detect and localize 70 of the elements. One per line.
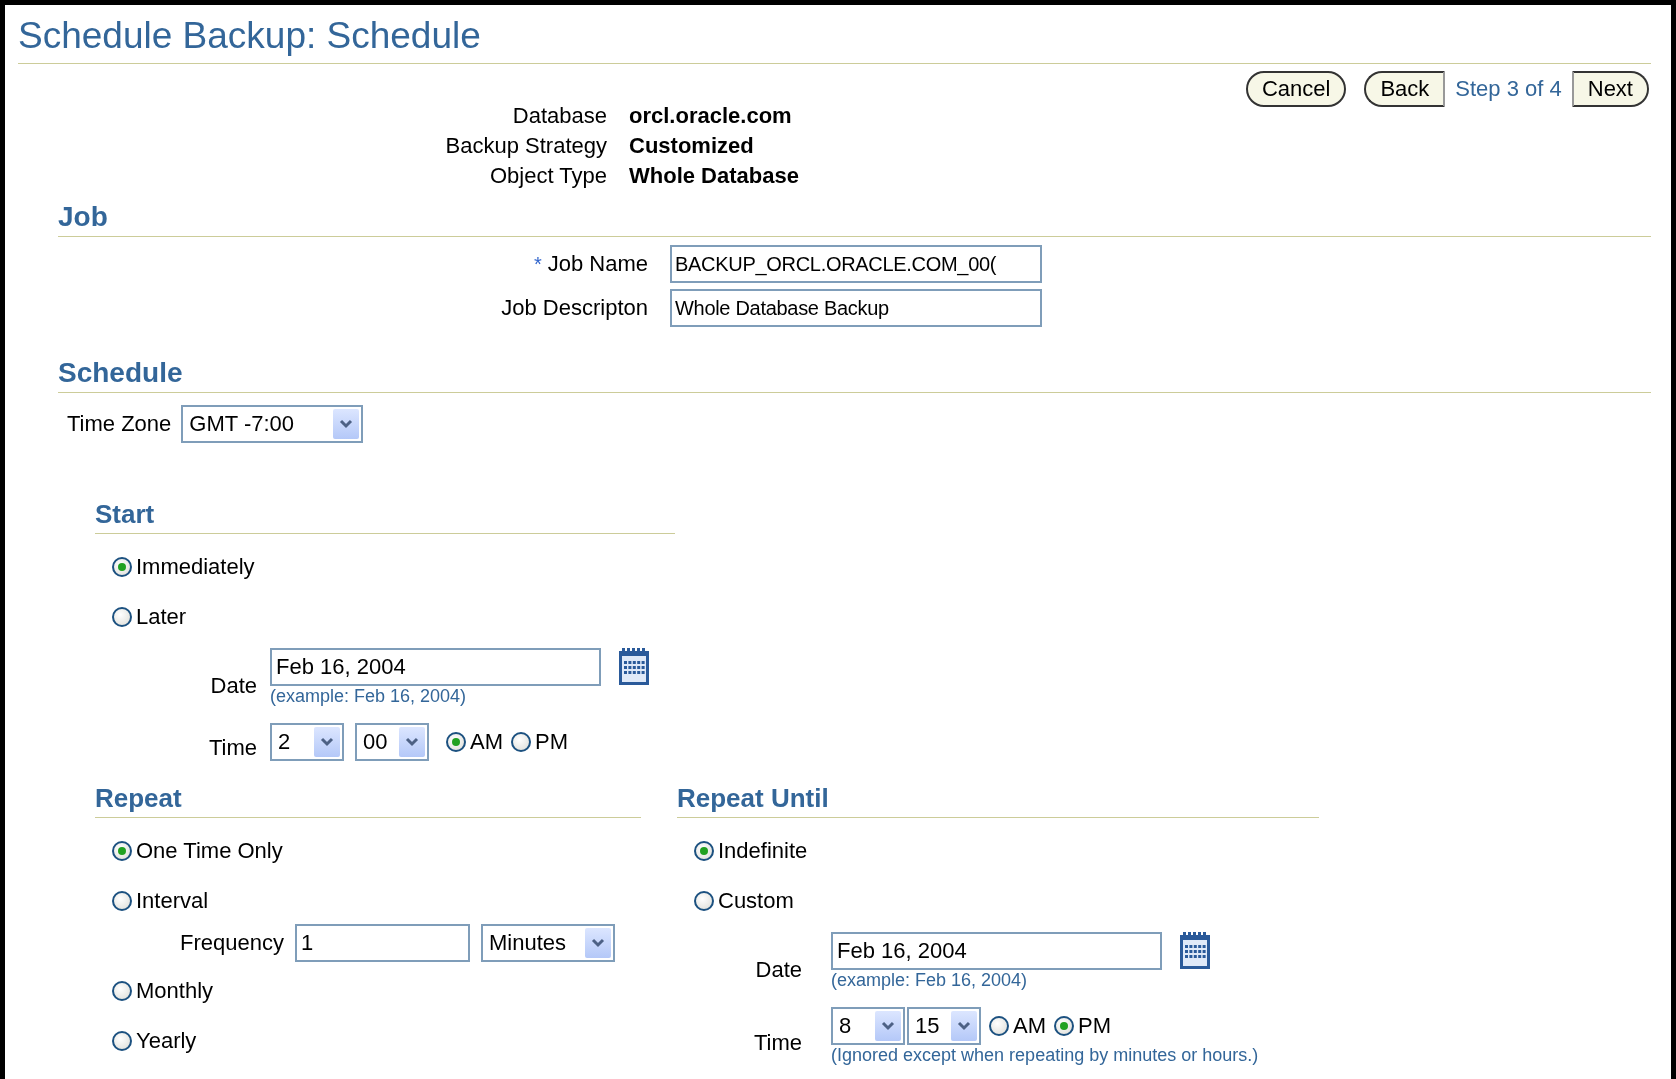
field-label: Time Zone	[67, 411, 172, 437]
radio-button[interactable]	[511, 732, 531, 752]
frequency-field[interactable]: 1	[295, 924, 470, 962]
radio-button[interactable]	[989, 1016, 1009, 1036]
radio-button[interactable]	[112, 557, 132, 577]
radio-button[interactable]	[112, 891, 132, 911]
radio-button[interactable]	[112, 981, 132, 1001]
time-zone-select[interactable]: GMT -7:00	[181, 405, 364, 443]
minute-select[interactable]: 00	[355, 723, 429, 761]
radio-button[interactable]	[112, 1031, 132, 1051]
section-heading: Job	[58, 201, 1651, 237]
info-value: orcl.oracle.com	[629, 103, 793, 129]
time-note: (Ignored except when repeating by minutes or hours.)	[831, 1045, 1259, 1066]
radio-option[interactable]: Later	[112, 604, 187, 630]
section-heading: Repeat Until	[677, 783, 1319, 818]
nav-button[interactable]: Cancel	[1245, 71, 1347, 107]
chevron-down-icon	[320, 737, 334, 747]
minute-select[interactable]: 15	[907, 1007, 981, 1045]
radio-button[interactable]	[112, 607, 132, 627]
field-label: Frequency	[179, 930, 284, 956]
date-field[interactable]: Feb 16, 2004	[270, 648, 601, 686]
field-label: * Job Name	[532, 251, 648, 277]
hour-select[interactable]: 2	[270, 723, 344, 761]
field-label: Time	[752, 1029, 802, 1056]
radio-button[interactable]	[112, 841, 132, 861]
field-label: Date	[209, 672, 257, 699]
page-title: Schedule Backup: Schedule	[18, 15, 1651, 64]
chevron-down-icon	[339, 419, 354, 429]
chevron-down-icon	[881, 1021, 895, 1031]
info-value: Whole Database	[629, 163, 800, 189]
section-heading: Schedule	[58, 357, 1651, 393]
chevron-down-icon	[405, 737, 419, 747]
radio-button[interactable]	[1054, 1016, 1074, 1036]
radio-option[interactable]: Interval	[112, 888, 209, 914]
info-label: Database	[511, 103, 607, 129]
date-field[interactable]: Feb 16, 2004	[831, 932, 1162, 970]
field-label: Date	[754, 956, 802, 983]
info-label: Object Type	[489, 163, 607, 189]
chevron-down-icon	[591, 938, 605, 948]
unit-select[interactable]: Minutes	[481, 924, 615, 962]
radio-option[interactable]: Immediately	[112, 554, 255, 580]
info-label: Backup Strategy	[444, 133, 607, 159]
radio-option[interactable]: One Time Only	[112, 838, 283, 864]
date-hint: (example: Feb 16, 2004)	[270, 686, 468, 707]
radio-option[interactable]: Custom	[694, 888, 794, 914]
field-label: Job Descripton	[500, 295, 648, 321]
chevron-down-icon	[957, 1021, 971, 1031]
section-heading: Repeat	[95, 783, 641, 818]
field-label: Time	[207, 735, 257, 761]
period-option[interactable]: AM	[446, 729, 503, 755]
period-option[interactable]: PM	[1054, 1013, 1111, 1039]
date-hint: (example: Feb 16, 2004)	[831, 970, 1029, 991]
radio-button[interactable]	[694, 891, 714, 911]
step-indicator: Step 3 of 4	[1454, 76, 1563, 102]
radio-option[interactable]: Monthly	[112, 978, 214, 1004]
radio-button[interactable]	[446, 732, 466, 752]
text-field[interactable]: BACKUP_ORCL.ORACLE.COM_00(	[670, 245, 1042, 283]
radio-button[interactable]	[694, 841, 714, 861]
hour-select[interactable]: 8	[831, 1007, 905, 1045]
nav-button[interactable]: Back	[1364, 71, 1446, 107]
period-option[interactable]: PM	[511, 729, 568, 755]
calendar-icon[interactable]	[618, 648, 650, 686]
nav-button[interactable]: Next	[1571, 71, 1649, 107]
text-field[interactable]: Whole Database Backup	[670, 289, 1042, 327]
radio-option[interactable]: Indefinite	[694, 838, 808, 864]
info-value: Customized	[629, 133, 755, 159]
period-option[interactable]: AM	[989, 1013, 1046, 1039]
section-heading: Start	[95, 499, 675, 534]
calendar-icon[interactable]	[1179, 932, 1211, 970]
radio-option[interactable]: Yearly	[112, 1028, 197, 1054]
